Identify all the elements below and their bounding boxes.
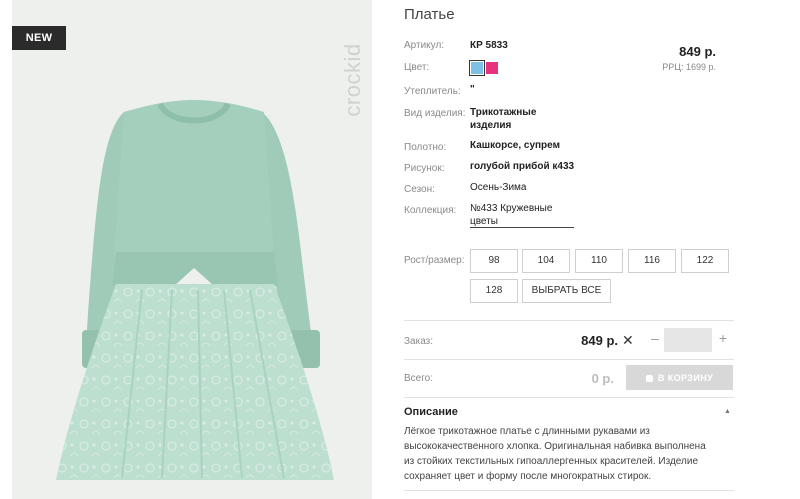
description-heading[interactable]: Описание	[404, 406, 458, 418]
color-swatch-blue[interactable]	[469, 60, 485, 76]
spec-type-label: Вид изделия:	[404, 108, 466, 119]
add-to-cart-button[interactable]: В КОРЗИНУ	[626, 365, 733, 390]
brand-logo: crockid	[340, 43, 365, 117]
select-all-sizes-button[interactable]: ВЫБРАТЬ ВСЕ	[522, 279, 611, 303]
divider	[404, 320, 734, 321]
spec-print-label: Рисунок:	[404, 163, 445, 174]
add-to-cart-label: В КОРЗИНУ	[657, 372, 714, 383]
product-photo[interactable]: NEW crockid	[12, 0, 372, 499]
collection-underline	[470, 227, 574, 228]
size-110-button[interactable]: 110	[575, 249, 623, 273]
size-104-button[interactable]: 104	[522, 249, 570, 273]
spec-print-value: голубой прибой к433	[470, 161, 575, 172]
order-price: 849 р.	[581, 333, 618, 348]
color-swatch-pink[interactable]	[486, 62, 498, 74]
spec-fabric-label: Полотно:	[404, 142, 447, 153]
bag-icon	[645, 374, 653, 382]
product-price: 849 р.	[679, 44, 716, 59]
divider	[404, 359, 734, 360]
total-label: Всего:	[404, 373, 433, 384]
spec-type-value: Трикотажные изделия	[470, 107, 537, 131]
quantity-decrease-button[interactable]: –	[648, 330, 662, 346]
dress-image	[56, 100, 334, 480]
description-text: Лёгкое трикотажное платье с длинными рук…	[404, 426, 706, 482]
size-116-button[interactable]: 116	[628, 249, 676, 273]
new-badge: NEW	[12, 26, 66, 50]
quantity-increase-button[interactable]: +	[716, 330, 730, 346]
divider	[404, 397, 734, 398]
size-122-button[interactable]: 122	[681, 249, 729, 273]
size-98-button[interactable]: 98	[470, 249, 518, 273]
divider	[404, 490, 734, 491]
spec-collection-value[interactable]: №433 Кружевные цветы	[470, 202, 552, 228]
spec-insulation-label: Утеплитель:	[404, 86, 461, 97]
product-title: Платье	[404, 6, 455, 23]
remove-icon[interactable]: ✕	[622, 333, 636, 347]
spec-sku-label: Артикул:	[404, 40, 445, 51]
collapse-caret-icon[interactable]: ▲	[724, 408, 731, 415]
spec-season-value: Осень-Зима	[470, 182, 527, 193]
total-value: 0 р.	[591, 371, 614, 386]
spec-color-label: Цвет:	[404, 62, 430, 73]
recommended-price: РРЦ: 1699 р.	[662, 62, 716, 72]
quantity-input[interactable]	[664, 328, 712, 352]
spec-sku-value: КР 5833	[470, 40, 508, 51]
spec-collection-label: Коллекция:	[404, 205, 457, 216]
order-label: Заказ:	[404, 336, 434, 347]
sizes-label: Рост/размер:	[404, 255, 465, 266]
spec-insulation-value: "	[470, 84, 475, 95]
spec-season-label: Сезон:	[404, 184, 435, 195]
spec-fabric-value: Кашкорсе, супрем	[470, 140, 560, 151]
size-128-button[interactable]: 128	[470, 279, 518, 303]
